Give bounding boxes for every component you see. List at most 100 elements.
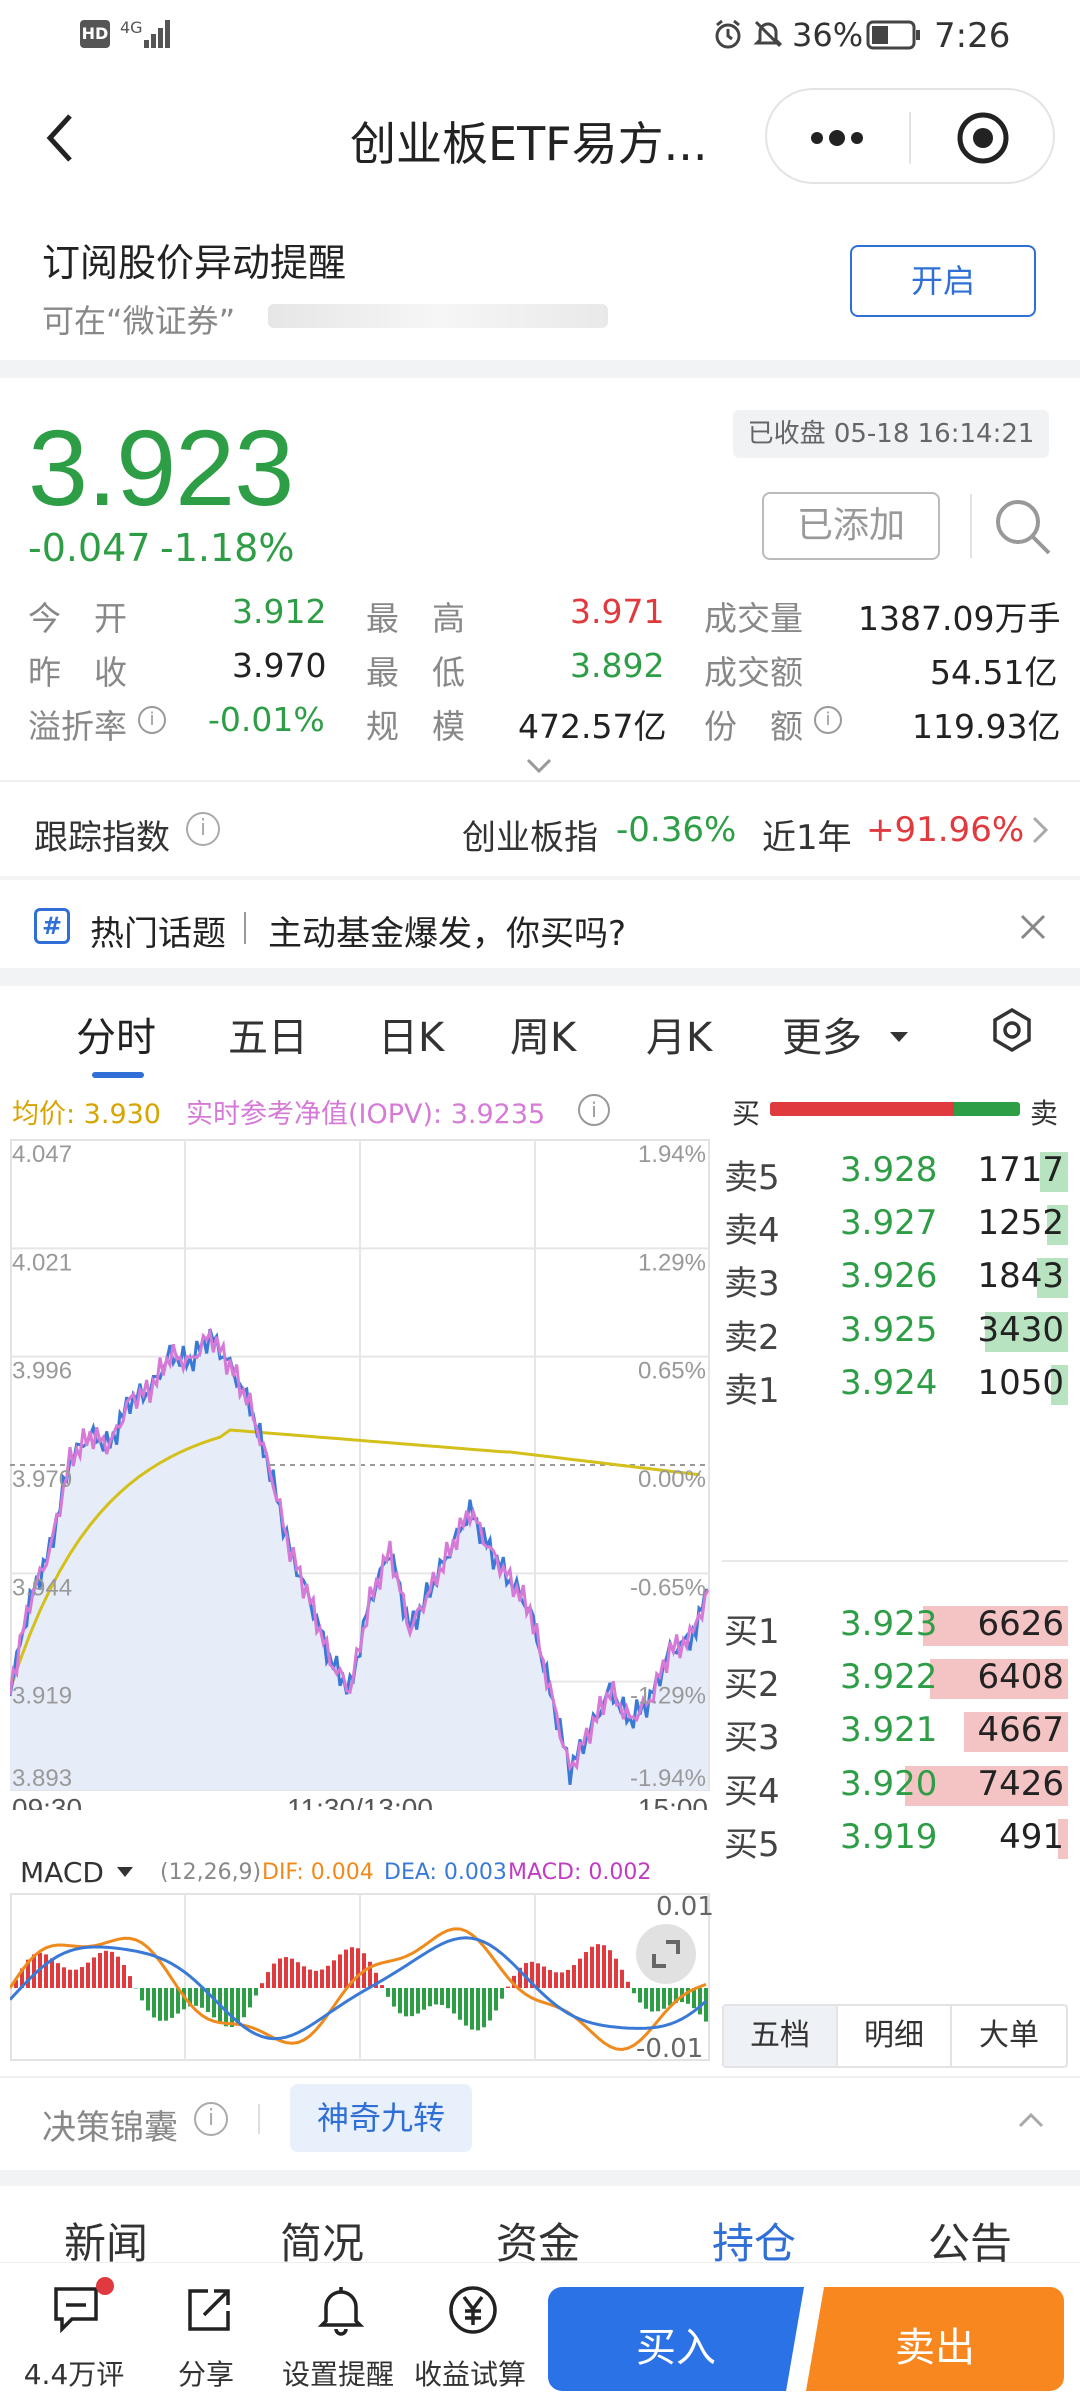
shares-info-icon[interactable]: i: [814, 706, 842, 734]
macd-bar: [284, 1957, 288, 1988]
macd-bar: [248, 1988, 252, 2008]
tracking-info-icon[interactable]: i: [186, 812, 220, 846]
expand-chevron-icon[interactable]: [524, 756, 554, 776]
fullscreen-button[interactable]: [636, 1924, 696, 1984]
tab-weekly-k[interactable]: 周K: [510, 1005, 576, 1063]
y-axis-pct-label: 0.65%: [638, 1358, 706, 1385]
bid-price: 3.920: [840, 1763, 938, 1804]
tab-daily-k[interactable]: 日K: [378, 1005, 444, 1063]
stats-row-3: 溢折率 i -0.01% 规 模 472.57亿 份 额 i 119.93亿: [0, 700, 1080, 752]
intraday-chart[interactable]: 4.047 4.021 3.996 3.970 3.944 3.919 3.893 1.94%…: [10, 1130, 710, 1810]
share-button[interactable]: 分享: [146, 2263, 266, 2400]
subscribe-title: 订阅股价异动提醒: [42, 241, 347, 285]
bid-row[interactable]: 买4 3.920 7426: [722, 1756, 1068, 1816]
calc-button[interactable]: 收益试算: [410, 2263, 530, 2400]
bid-volume: 6408: [977, 1657, 1064, 1698]
tab-five-levels[interactable]: 五档: [724, 2006, 838, 2066]
ask-level-label: 卖4: [724, 1211, 780, 1252]
macd-bar: [500, 1988, 504, 1999]
buy-label: 买入: [636, 2325, 716, 2371]
bid-row[interactable]: 买5 3.919 491: [722, 1809, 1068, 1869]
ask-row[interactable]: 卖2 3.925 3430: [722, 1302, 1068, 1362]
chart-settings-icon[interactable]: [988, 1006, 1036, 1054]
bid-level-label: 买1: [724, 1612, 780, 1652]
macd-bar: [338, 1954, 342, 1988]
macd-chart[interactable]: [10, 1892, 710, 2068]
watchlist-added-button[interactable]: 已添加: [762, 492, 940, 560]
macd-dropdown-icon[interactable]: [116, 1866, 134, 1878]
iopv-info-icon[interactable]: i: [578, 1094, 610, 1126]
macd-bar: [428, 1988, 432, 2007]
macd-bar: [434, 1988, 438, 2005]
macd-bar: [344, 1949, 348, 1988]
search-icon[interactable]: [990, 494, 1056, 560]
comments-button[interactable]: 4.4万评: [14, 2263, 134, 2400]
sell-button[interactable]: 卖出: [806, 2287, 1064, 2391]
macd-bar: [458, 1988, 462, 2020]
macd-bar: [314, 1970, 318, 1988]
decision-label: 决策锦囊: [42, 2108, 178, 2148]
close-program-icon[interactable]: [955, 110, 1011, 166]
decision-tag-button[interactable]: 神奇九转: [290, 2084, 472, 2152]
ask-volume: 1050: [977, 1362, 1064, 1403]
page-title: 创业板ETF易方...: [350, 117, 708, 171]
bid-row[interactable]: 买2 3.922 6408: [722, 1649, 1068, 1709]
subscribe-open-button[interactable]: 开启: [850, 245, 1036, 317]
alert-button[interactable]: 设置提醒: [278, 2263, 398, 2400]
macd-bar: [302, 1966, 306, 1988]
macd-bar: [44, 1954, 48, 1988]
bid-row[interactable]: 买3 3.921 4667: [722, 1702, 1068, 1762]
macd-bar: [140, 1988, 144, 2001]
ask-row[interactable]: 卖3 3.926 1843: [722, 1248, 1068, 1308]
ask-row[interactable]: 卖1 3.924 1050: [722, 1355, 1068, 1415]
macd-bar: [50, 1958, 54, 1988]
hot-topic-label: 热门话题: [90, 914, 226, 954]
hot-topic-icon: #: [34, 908, 70, 944]
macd-bar: [476, 1988, 480, 2031]
collapse-icon[interactable]: [1016, 2110, 1046, 2130]
share-icon: [188, 2289, 230, 2331]
y-axis-pct-label: -1.29%: [630, 1683, 706, 1710]
hot-topic-text[interactable]: 主动基金爆发，你买吗?: [268, 906, 626, 955]
stats-row-2: 昨 收 3.970 最 低 3.892 成交额 54.51亿: [0, 646, 1080, 698]
y-axis-pct-label: -0.65%: [630, 1574, 706, 1601]
ask-row[interactable]: 卖4 3.927 1252: [722, 1195, 1068, 1255]
amount-value: 54.51亿: [930, 653, 1058, 692]
macd-bar: [386, 1988, 390, 1997]
dropdown-icon[interactable]: [888, 1030, 910, 1044]
premium-info-icon[interactable]: i: [138, 706, 166, 734]
tab-big-orders[interactable]: 大单: [952, 2006, 1066, 2066]
y-axis-pct-label: 1.94%: [638, 1141, 706, 1168]
bottom-action-bar: 4.4万评 分享 设置提醒 收益试算 买入 卖出: [0, 2262, 1080, 2400]
tab-details[interactable]: 明细: [838, 2006, 952, 2066]
macd-bar: [56, 1963, 60, 1988]
close-icon[interactable]: [1018, 912, 1048, 942]
tracking-index-change: -0.36%: [616, 810, 737, 850]
iopv-label: 实时参考净值(IOPV): 3.9235: [186, 1099, 546, 1130]
chevron-right-icon[interactable]: [1030, 814, 1050, 846]
bid-row[interactable]: 买1 3.923 6626: [722, 1596, 1068, 1656]
bell-icon: [317, 2287, 365, 2336]
bid-level-label: 买2: [724, 1665, 780, 1706]
decision-info-icon[interactable]: i: [194, 2102, 228, 2136]
ask-level-label: 卖1: [724, 1370, 780, 1411]
macd-label[interactable]: MACD: [20, 1856, 104, 1889]
ask-row[interactable]: 卖5 3.928 1717: [722, 1142, 1068, 1202]
tab-monthly-k[interactable]: 月K: [646, 1005, 712, 1063]
macd-bar: [452, 1988, 456, 2014]
comments-count: 4.4万评: [23, 2358, 125, 2391]
ask-volume: 1843: [977, 1256, 1064, 1297]
tab-five-day[interactable]: 五日: [228, 1005, 308, 1063]
mute-icon: [753, 20, 783, 48]
tab-intraday[interactable]: 分时: [76, 1005, 156, 1063]
more-icon[interactable]: [805, 120, 869, 156]
macd-bar: [380, 1985, 384, 1988]
tab-more[interactable]: 更多: [782, 1005, 862, 1063]
back-icon[interactable]: [40, 110, 80, 166]
macd-bar: [260, 1983, 264, 1988]
high-value: 3.971: [570, 592, 665, 631]
buy-button[interactable]: 买入: [548, 2287, 804, 2391]
macd-bar: [572, 1965, 576, 1988]
macd-bar: [494, 1988, 498, 2011]
bid-price: 3.919: [840, 1816, 938, 1857]
